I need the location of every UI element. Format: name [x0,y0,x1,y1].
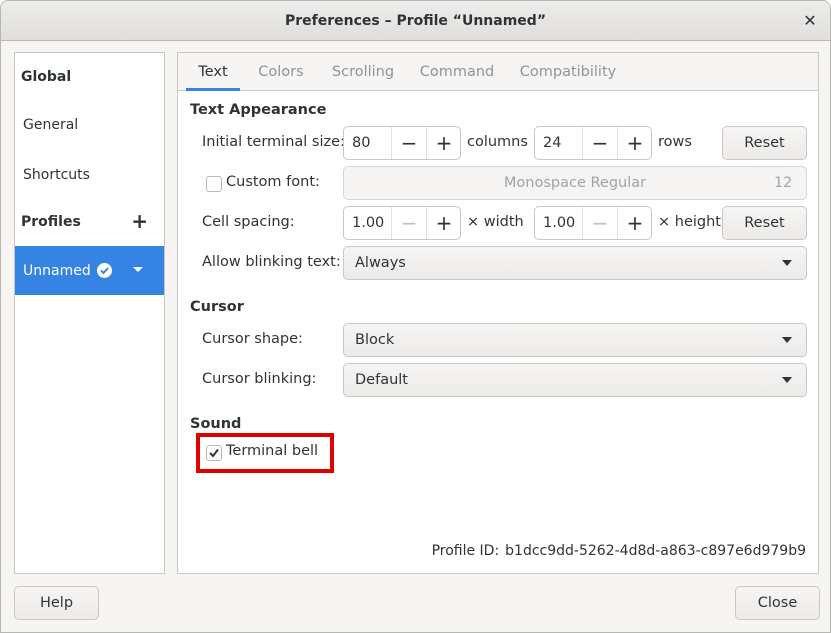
rows-unit-label: rows [658,134,692,150]
tab-text[interactable]: Text [186,53,240,91]
profile-id: Profile ID: b1dcc9dd-5262-4d8d-a863-c897e… [432,543,806,559]
cell-width-increment-icon[interactable]: + [426,207,460,239]
initial-size-label: Initial terminal size: [202,134,345,150]
tab-command[interactable]: Command [414,53,500,91]
columns-unit-label: columns [467,134,528,150]
sidebar-item-profiles: Profiles + [15,198,164,246]
sidebar-item-label: Global [21,69,72,85]
preferences-window: Preferences – Profile “Unnamed” ✕ Global… [0,0,831,633]
cell-width-decrement-icon[interactable]: − [391,207,426,239]
reset-spacing-button[interactable]: Reset [722,206,807,240]
rows-spinbutton[interactable]: 24 − + [534,126,652,160]
blinking-text-dropdown[interactable]: Always [343,246,807,280]
help-button[interactable]: Help [14,586,99,620]
close-window-icon[interactable]: ✕ [800,11,820,31]
cell-height-spinbutton[interactable]: 1.00 − + [534,206,652,240]
title-bar: Preferences – Profile “Unnamed” ✕ [1,1,830,41]
sidebar-item-label: Unnamed [23,262,91,279]
columns-spinbutton[interactable]: 80 − + [343,126,461,160]
sidebar-item-label: General [23,117,79,133]
cursor-shape-label: Cursor shape: [202,331,303,347]
sidebar-item-unnamed-profile[interactable]: Unnamed [15,246,164,295]
custom-font-checkbox[interactable] [206,176,222,192]
profile-menu-chevron-down-icon[interactable] [133,267,143,272]
rows-decrement-icon[interactable]: − [582,127,617,159]
width-unit-label: × width [467,214,524,230]
reset-size-button[interactable]: Reset [722,126,807,160]
cell-width-value: 1.00 [352,215,385,231]
columns-increment-icon[interactable]: + [426,127,460,159]
text-appearance-heading: Text Appearance [190,102,327,118]
custom-font-label: Custom font: [226,174,320,190]
columns-value: 80 [352,135,371,151]
tab-scrolling[interactable]: Scrolling [324,53,402,91]
chevron-down-icon [782,337,792,343]
font-chooser-button: Monospace Regular 12 [343,166,807,200]
cell-width-spinbutton[interactable]: 1.00 − + [343,206,461,240]
columns-decrement-icon[interactable]: − [391,127,426,159]
close-button[interactable]: Close [735,586,820,620]
rows-value: 24 [543,135,562,151]
cursor-blinking-label: Cursor blinking: [202,371,317,387]
cell-height-value: 1.00 [543,215,576,231]
blinking-text-value: Always [355,255,406,271]
chevron-down-icon [782,260,792,266]
window-title: Preferences – Profile “Unnamed” [284,12,547,29]
profile-id-value: b1dcc9dd-5262-4d8d-a863-c897e6d979b9 [505,543,806,559]
cell-height-increment-icon[interactable]: + [617,207,651,239]
cursor-shape-dropdown[interactable]: Block [343,323,807,357]
sound-heading: Sound [190,416,242,432]
sidebar: Global General Shortcuts Profiles + Unna… [14,52,165,574]
rows-increment-icon[interactable]: + [617,127,651,159]
font-name: Monospace Regular [503,175,647,191]
profile-id-label: Profile ID: [431,543,500,559]
add-profile-icon[interactable]: + [131,211,148,231]
default-profile-check-icon [97,263,112,278]
cell-height-decrement-icon[interactable]: − [582,207,617,239]
tab-colors[interactable]: Colors [250,53,312,91]
allow-blinking-label: Allow blinking text: [202,254,341,270]
annotation-highlight-box [196,433,334,473]
cursor-heading: Cursor [190,299,244,315]
sidebar-item-label: Profiles [21,214,81,230]
cell-spacing-label: Cell spacing: [202,214,295,230]
cursor-shape-value: Block [355,332,395,348]
height-unit-label: × height [658,214,721,230]
sidebar-item-global: Global [15,53,164,101]
chevron-down-icon [782,377,792,383]
cursor-blinking-value: Default [355,372,408,388]
font-size: 12 [774,175,792,191]
sidebar-item-general[interactable]: General [15,101,164,149]
cursor-blinking-dropdown[interactable]: Default [343,363,807,397]
sidebar-item-label: Shortcuts [23,167,90,183]
sidebar-item-shortcuts[interactable]: Shortcuts [15,151,164,199]
tab-compatibility[interactable]: Compatibility [512,53,624,91]
tab-bar: Text Colors Scrolling Command Compatibil… [178,53,818,91]
